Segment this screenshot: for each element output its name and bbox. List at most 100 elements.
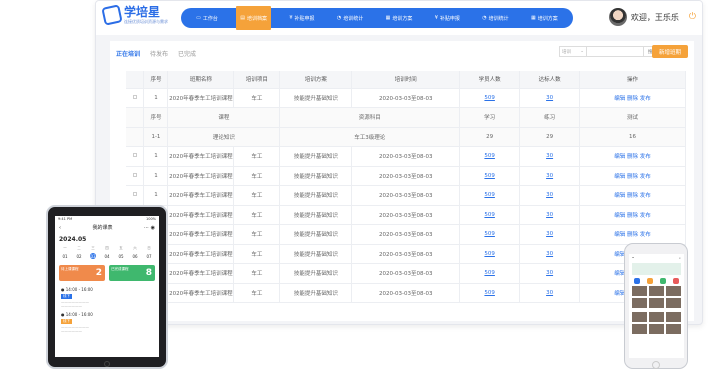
course-thumb[interactable] [666, 312, 681, 322]
search-input[interactable] [587, 46, 644, 57]
done-card[interactable]: 已完成课程 8 [109, 265, 155, 281]
nav-item-7[interactable]: ▦ 培训方案 [527, 8, 562, 28]
course-thumb[interactable] [632, 286, 647, 296]
status-dot: • [632, 256, 635, 260]
nav-item-2[interactable]: ¥ 补贴申报 [285, 8, 318, 28]
qualified-value[interactable]: 30 [546, 290, 553, 296]
avatar[interactable] [608, 8, 627, 26]
course-thumb[interactable] [632, 298, 647, 308]
nav-item-1[interactable]: ▤ 培训档案 [236, 6, 272, 30]
name-value: 2020年春季车工培训课程 [169, 290, 233, 297]
logout-icon[interactable]: ⏻ [689, 12, 696, 22]
students-value[interactable]: 509 [484, 212, 495, 218]
students-value[interactable]: 509 [484, 192, 495, 198]
date-cell[interactable]: 06 [132, 253, 138, 259]
search-bar: 培训⌄ 搜索 [559, 46, 662, 57]
qualified-value[interactable]: 30 [546, 231, 553, 237]
row-actions[interactable]: 编辑 删除 发布 [614, 193, 651, 199]
course-thumb[interactable] [649, 324, 664, 334]
qualified-value[interactable]: 30 [546, 153, 553, 159]
phone-home-button[interactable] [652, 361, 660, 369]
date-cell[interactable]: 01 [62, 253, 68, 259]
table-row[interactable]: 12020年春季车工培训课程车工技能提升基础知识2020-03-03至08-03… [126, 283, 686, 303]
new-class-button[interactable]: 新增班期 [652, 45, 688, 58]
qualified-value[interactable]: 30 [546, 95, 553, 101]
students-value[interactable]: 509 [484, 231, 495, 237]
students-value[interactable]: 509 [484, 251, 495, 257]
date-cell[interactable]: 05 [118, 253, 124, 259]
filter-select[interactable]: 培训 ⌄ [559, 46, 587, 57]
plan-cell: 技能提升基础知识 [279, 263, 353, 284]
row-checkbox[interactable] [132, 192, 137, 197]
date-cell[interactable]: 02 [76, 253, 82, 259]
course-thumb[interactable] [632, 312, 647, 322]
app-icon[interactable] [672, 278, 679, 284]
date-cell[interactable]: 07 [146, 253, 152, 259]
time-value: 2020-03-03至08-03 [379, 95, 433, 102]
more-icon[interactable]: ⋯ ◉ [144, 225, 155, 231]
row-checkbox-cell [126, 88, 145, 108]
app-logo[interactable]: 学培星 连接优质培训资源与需求 [101, 4, 168, 26]
qualified-value[interactable]: 30 [546, 173, 553, 179]
qualified-value[interactable]: 30 [546, 192, 553, 198]
course-thumb[interactable] [666, 298, 681, 308]
app-icon[interactable] [634, 278, 641, 284]
course-thumb[interactable] [649, 286, 664, 296]
app-icon[interactable] [647, 278, 654, 284]
tab-2[interactable]: 已完成 [178, 49, 196, 58]
row-actions[interactable]: 编辑 删除 发布 [614, 232, 651, 238]
students-value[interactable]: 509 [484, 270, 495, 276]
tab-0[interactable]: 正在培训 [116, 49, 140, 58]
students-value[interactable]: 509 [484, 153, 495, 159]
date-cell[interactable]: 03 [90, 253, 96, 259]
table-row[interactable]: 12020年春季车工培训课程车工技能提升基础知识2020-03-03至08-03… [126, 185, 686, 206]
course-thumb[interactable] [666, 286, 681, 296]
row-actions[interactable]: 编辑 删除 发布 [614, 213, 651, 219]
table-row[interactable]: 12020年春季车工培训课程车工技能提升基础知识2020-03-03至08-03… [126, 263, 686, 284]
qualified-value[interactable]: 30 [546, 212, 553, 218]
table-row[interactable]: 12020年春季车工培训课程车工技能提升基础知识2020-03-03至08-03… [126, 166, 686, 186]
name-value: 2020年春季车工培训课程 [169, 271, 233, 278]
row-checkbox[interactable] [132, 153, 137, 158]
students-value[interactable]: 509 [484, 173, 495, 179]
schedule-item[interactable]: ● 14:00 - 16:00 线下 ———————— —————— [55, 310, 159, 335]
students-value[interactable]: 509 [484, 290, 495, 296]
course-thumb[interactable] [649, 298, 664, 308]
search-icon[interactable]: ⌕ [679, 256, 681, 260]
nav-item-3[interactable]: ◔ 培训统计 [333, 8, 367, 28]
row-checkbox[interactable] [132, 172, 137, 177]
nav-item-5[interactable]: ¥ 补贴申报 [431, 8, 464, 28]
course-thumb[interactable] [649, 312, 664, 322]
date-cell[interactable]: 04 [104, 253, 110, 259]
back-icon[interactable]: ‹ [59, 225, 61, 231]
table-row[interactable]: 12020年春季车工培训课程车工技能提升基础知识2020-03-03至08-03… [126, 205, 686, 225]
row-checkbox[interactable] [132, 94, 137, 99]
table-row[interactable]: 12020年春季车工培训课程车工技能提升基础知识2020-03-03至08-03… [126, 244, 686, 264]
app-icon[interactable] [659, 278, 666, 284]
nav-item-4[interactable]: ▦ 培训方案 [382, 8, 417, 28]
pending-card[interactable]: 待上课课程 2 [59, 265, 105, 281]
schedule-item[interactable]: ● 14:00 - 16:00 线下 ———————— —————— [55, 285, 159, 310]
table-row[interactable]: 12020年春季车工培训课程车工技能提升基础知识2020-03-03至08-03… [126, 88, 686, 108]
table-row[interactable]: 12020年春季车工培训课程车工技能提升基础知识2020-03-03至08-03… [126, 146, 686, 167]
row-actions[interactable]: 编辑 删除 发布 [614, 174, 651, 180]
placeholder-line: ———————— [61, 325, 89, 329]
money-icon: ¥ [434, 15, 438, 21]
home-button[interactable] [104, 361, 110, 367]
course-thumb[interactable] [666, 324, 681, 334]
row-actions[interactable]: 编辑 删除 发布 [614, 96, 651, 102]
time-value: 2020-03-03至08-03 [379, 290, 433, 297]
course-thumb[interactable] [632, 324, 647, 334]
table-row[interactable]: 12020年春季车工培训课程车工技能提升基础知识2020-03-03至08-03… [126, 224, 686, 245]
qualified-value[interactable]: 30 [546, 251, 553, 257]
nav-item-0[interactable]: ▭ 工作台 [192, 8, 222, 28]
students-value[interactable]: 509 [484, 95, 495, 101]
pending-count: 2 [95, 268, 102, 278]
qualified-value[interactable]: 30 [546, 270, 553, 276]
phone-banner[interactable] [632, 263, 681, 275]
chevron-down-icon: ⌄ [580, 49, 584, 54]
time-cell: 2020-03-03至08-03 [351, 263, 461, 284]
row-actions[interactable]: 编辑 删除 发布 [614, 154, 651, 160]
nav-item-6[interactable]: ◔ 培训统计 [478, 8, 512, 28]
tab-1[interactable]: 待发布 [150, 49, 168, 58]
